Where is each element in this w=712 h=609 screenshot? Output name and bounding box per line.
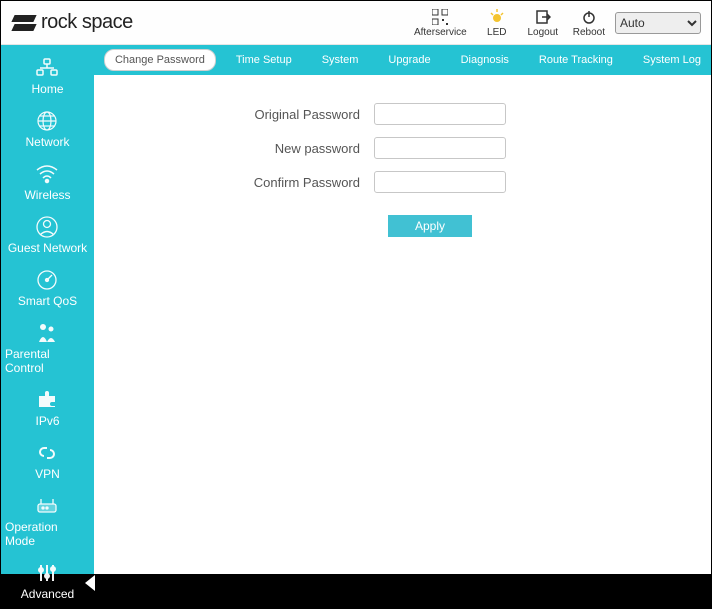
tab-system-log[interactable]: System Log [633, 50, 711, 70]
brand-logo-icon [13, 15, 35, 31]
power-icon [581, 8, 597, 26]
afterservice-button[interactable]: Afterservice [414, 8, 467, 38]
sidebar-item-label: Guest Network [8, 241, 87, 255]
reboot-label: Reboot [573, 27, 605, 38]
main: Change Password Time Setup System Upgrad… [94, 45, 711, 574]
reboot-button[interactable]: Reboot [573, 8, 605, 38]
sidebar-item-home[interactable]: Home [1, 51, 94, 104]
sidebar-item-label: Operation Mode [5, 520, 90, 548]
link-icon [34, 442, 60, 464]
logout-icon [535, 8, 551, 26]
tab-route-tracking[interactable]: Route Tracking [529, 50, 623, 70]
gauge-icon [34, 269, 60, 291]
tab-diagnosis[interactable]: Diagnosis [451, 50, 519, 70]
tab-upgrade[interactable]: Upgrade [378, 50, 440, 70]
sidebar-item-smart-qos[interactable]: Smart QoS [1, 263, 94, 316]
family-icon [34, 322, 60, 344]
change-password-form: Original Password New password Confirm P… [94, 75, 711, 574]
sidebar-item-label: Network [25, 135, 69, 149]
sidebar-item-label: Wireless [24, 188, 70, 202]
sidebar-item-label: Parental Control [5, 347, 90, 375]
led-label: LED [487, 27, 506, 38]
sidebar-item-wireless[interactable]: Wireless [1, 157, 94, 210]
new-password-input[interactable] [374, 137, 506, 159]
brand-name: rock space [41, 11, 133, 34]
afterservice-label: Afterservice [414, 27, 467, 38]
confirm-password-input[interactable] [374, 171, 506, 193]
globe-icon [34, 110, 60, 132]
router-icon [34, 495, 60, 517]
sidebar-item-label: IPv6 [35, 414, 59, 428]
original-password-input[interactable] [374, 103, 506, 125]
sidebar-item-label: Home [31, 82, 63, 96]
user-icon [34, 216, 60, 238]
sidebar-item-label: Advanced [21, 587, 74, 601]
apply-button[interactable]: Apply [388, 215, 472, 237]
logout-button[interactable]: Logout [527, 8, 559, 38]
home-icon [34, 57, 60, 79]
sidebar-item-guest-network[interactable]: Guest Network [1, 210, 94, 263]
sidebar-item-ipv6[interactable]: IPv6 [1, 383, 94, 436]
logout-label: Logout [527, 27, 558, 38]
sidebar-item-operation-mode[interactable]: Operation Mode [1, 489, 94, 556]
original-password-label: Original Password [114, 107, 374, 122]
language-select[interactable]: Auto [615, 12, 701, 34]
wifi-icon [34, 163, 60, 185]
header: rock space Afterservice [1, 1, 711, 45]
tab-bar: Change Password Time Setup System Upgrad… [94, 45, 711, 75]
sliders-icon [34, 562, 60, 584]
tab-system[interactable]: System [312, 50, 369, 70]
tab-time-setup[interactable]: Time Setup [226, 50, 302, 70]
tab-change-password[interactable]: Change Password [104, 49, 216, 71]
sidebar-item-parental-control[interactable]: Parental Control [1, 316, 94, 383]
sidebar: Home Network [1, 45, 94, 574]
sidebar-item-advanced[interactable]: Advanced [1, 556, 94, 609]
qr-icon [432, 8, 448, 26]
confirm-password-label: Confirm Password [114, 175, 374, 190]
puzzle-icon [34, 389, 60, 411]
sidebar-item-label: VPN [35, 467, 60, 481]
led-button[interactable]: LED [481, 8, 513, 38]
sidebar-item-network[interactable]: Network [1, 104, 94, 157]
header-actions: Afterservice LED [414, 8, 605, 38]
new-password-label: New password [114, 141, 374, 156]
led-icon [489, 8, 505, 26]
sidebar-item-label: Smart QoS [18, 294, 77, 308]
sidebar-item-vpn[interactable]: VPN [1, 436, 94, 489]
